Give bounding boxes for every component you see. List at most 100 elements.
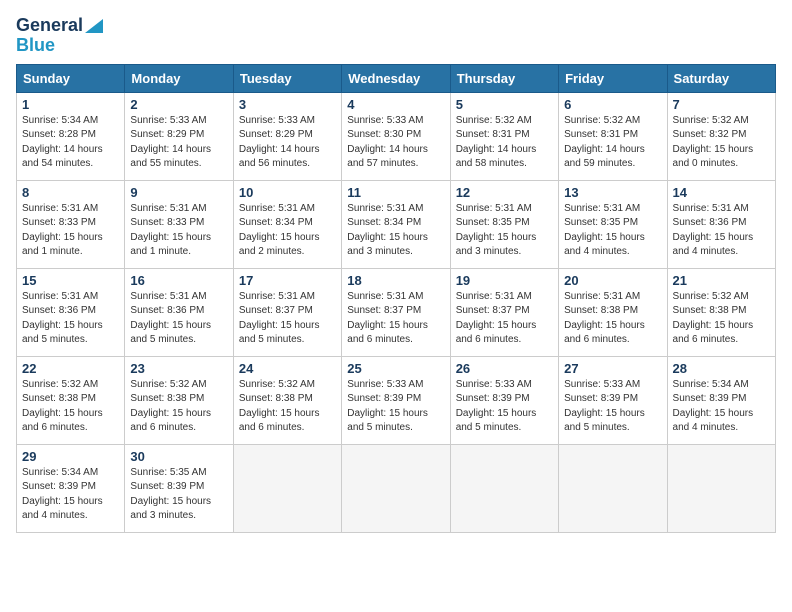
- day-info: Sunrise: 5:33 AM Sunset: 8:30 PM Dayligh…: [347, 114, 444, 172]
- day-number: 11: [347, 185, 444, 200]
- calendar-cell: [233, 444, 341, 532]
- day-info: Sunrise: 5:34 AM Sunset: 8:39 PM Dayligh…: [22, 466, 119, 524]
- calendar-cell: 27 Sunrise: 5:33 AM Sunset: 8:39 PM Dayli…: [559, 356, 667, 444]
- calendar-cell: 22Sunrise: 5:32 AM Sunset: 8:38 PM Dayli…: [17, 356, 125, 444]
- weekday-header-monday: Monday: [125, 64, 233, 92]
- calendar-cell: 8 Sunrise: 5:31 AM Sunset: 8:33 PM Daylig…: [17, 180, 125, 268]
- day-info: Sunrise: 5:31 AM Sunset: 8:35 PM Dayligh…: [564, 202, 661, 260]
- calendar-week-4: 22Sunrise: 5:32 AM Sunset: 8:38 PM Dayli…: [17, 356, 776, 444]
- calendar-cell: 25 Sunrise: 5:33 AM Sunset: 8:39 PM Dayli…: [342, 356, 450, 444]
- weekday-header-sunday: Sunday: [17, 64, 125, 92]
- day-info: Sunrise: 5:31 AM Sunset: 8:34 PM Dayligh…: [347, 202, 444, 260]
- weekday-header-wednesday: Wednesday: [342, 64, 450, 92]
- day-number: 5: [456, 97, 553, 112]
- calendar-cell: 14 Sunrise: 5:31 AM Sunset: 8:36 PM Dayli…: [667, 180, 775, 268]
- calendar-table: SundayMondayTuesdayWednesdayThursdayFrid…: [16, 64, 776, 533]
- calendar-cell: 28Sunrise: 5:34 AM Sunset: 8:39 PM Dayli…: [667, 356, 775, 444]
- calendar-cell: 10Sunrise: 5:31 AM Sunset: 8:34 PM Dayli…: [233, 180, 341, 268]
- day-info: Sunrise: 5:32 AM Sunset: 8:31 PM Dayligh…: [564, 114, 661, 172]
- calendar-cell: 20 Sunrise: 5:31 AM Sunset: 8:38 PM Dayli…: [559, 268, 667, 356]
- calendar-cell: [450, 444, 558, 532]
- day-number: 18: [347, 273, 444, 288]
- day-info: Sunrise: 5:31 AM Sunset: 8:38 PM Dayligh…: [564, 290, 661, 348]
- day-info: Sunrise: 5:32 AM Sunset: 8:32 PM Dayligh…: [673, 114, 770, 172]
- day-number: 12: [456, 185, 553, 200]
- calendar-cell: 19 Sunrise: 5:31 AM Sunset: 8:37 PM Dayli…: [450, 268, 558, 356]
- calendar-cell: 7 Sunrise: 5:32 AM Sunset: 8:32 PM Daylig…: [667, 92, 775, 180]
- weekday-header-tuesday: Tuesday: [233, 64, 341, 92]
- calendar-cell: 26 Sunrise: 5:33 AM Sunset: 8:39 PM Dayli…: [450, 356, 558, 444]
- calendar-cell: 17 Sunrise: 5:31 AM Sunset: 8:37 PM Dayli…: [233, 268, 341, 356]
- day-number: 8: [22, 185, 119, 200]
- day-info: Sunrise: 5:31 AM Sunset: 8:37 PM Dayligh…: [456, 290, 553, 348]
- day-number: 17: [239, 273, 336, 288]
- calendar-cell: 29 Sunrise: 5:34 AM Sunset: 8:39 PM Dayli…: [17, 444, 125, 532]
- day-number: 6: [564, 97, 661, 112]
- day-number: 24: [239, 361, 336, 376]
- weekday-header-thursday: Thursday: [450, 64, 558, 92]
- day-number: 10: [239, 185, 336, 200]
- day-info: Sunrise: 5:33 AM Sunset: 8:29 PM Dayligh…: [239, 114, 336, 172]
- day-info: Sunrise: 5:31 AM Sunset: 8:35 PM Dayligh…: [456, 202, 553, 260]
- calendar-cell: 30 Sunrise: 5:35 AM Sunset: 8:39 PM Dayli…: [125, 444, 233, 532]
- logo-blue: Blue: [16, 36, 55, 56]
- calendar-cell: 24 Sunrise: 5:32 AM Sunset: 8:38 PM Dayli…: [233, 356, 341, 444]
- day-number: 30: [130, 449, 227, 464]
- calendar-cell: 3Sunrise: 5:33 AM Sunset: 8:29 PM Daylig…: [233, 92, 341, 180]
- weekday-header-friday: Friday: [559, 64, 667, 92]
- calendar-cell: 11 Sunrise: 5:31 AM Sunset: 8:34 PM Dayli…: [342, 180, 450, 268]
- day-info: Sunrise: 5:35 AM Sunset: 8:39 PM Dayligh…: [130, 466, 227, 524]
- calendar-cell: 21 Sunrise: 5:32 AM Sunset: 8:38 PM Dayli…: [667, 268, 775, 356]
- day-info: Sunrise: 5:32 AM Sunset: 8:38 PM Dayligh…: [239, 378, 336, 436]
- day-number: 7: [673, 97, 770, 112]
- day-number: 28: [673, 361, 770, 376]
- day-number: 29: [22, 449, 119, 464]
- calendar-cell: [559, 444, 667, 532]
- calendar-header-row: SundayMondayTuesdayWednesdayThursdayFrid…: [17, 64, 776, 92]
- calendar-cell: 23Sunrise: 5:32 AM Sunset: 8:38 PM Dayli…: [125, 356, 233, 444]
- day-info: Sunrise: 5:31 AM Sunset: 8:37 PM Dayligh…: [239, 290, 336, 348]
- day-info: Sunrise: 5:33 AM Sunset: 8:39 PM Dayligh…: [564, 378, 661, 436]
- day-number: 19: [456, 273, 553, 288]
- logo: General Blue: [16, 16, 103, 56]
- page-header: General Blue: [16, 16, 776, 56]
- day-info: Sunrise: 5:33 AM Sunset: 8:39 PM Dayligh…: [347, 378, 444, 436]
- logo-icon: [85, 19, 103, 33]
- weekday-header-saturday: Saturday: [667, 64, 775, 92]
- calendar-cell: 18Sunrise: 5:31 AM Sunset: 8:37 PM Dayli…: [342, 268, 450, 356]
- day-number: 20: [564, 273, 661, 288]
- calendar-cell: [667, 444, 775, 532]
- calendar-body: 1 Sunrise: 5:34 AM Sunset: 8:28 PM Daylig…: [17, 92, 776, 532]
- day-info: Sunrise: 5:31 AM Sunset: 8:36 PM Dayligh…: [22, 290, 119, 348]
- calendar-cell: 6 Sunrise: 5:32 AM Sunset: 8:31 PM Daylig…: [559, 92, 667, 180]
- calendar-week-1: 1 Sunrise: 5:34 AM Sunset: 8:28 PM Daylig…: [17, 92, 776, 180]
- day-info: Sunrise: 5:33 AM Sunset: 8:39 PM Dayligh…: [456, 378, 553, 436]
- day-number: 4: [347, 97, 444, 112]
- calendar-cell: 13 Sunrise: 5:31 AM Sunset: 8:35 PM Dayli…: [559, 180, 667, 268]
- day-number: 26: [456, 361, 553, 376]
- day-info: Sunrise: 5:33 AM Sunset: 8:29 PM Dayligh…: [130, 114, 227, 172]
- day-info: Sunrise: 5:32 AM Sunset: 8:38 PM Dayligh…: [22, 378, 119, 436]
- day-number: 14: [673, 185, 770, 200]
- day-info: Sunrise: 5:34 AM Sunset: 8:28 PM Dayligh…: [22, 114, 119, 172]
- calendar-cell: 15Sunrise: 5:31 AM Sunset: 8:36 PM Dayli…: [17, 268, 125, 356]
- calendar-cell: 4 Sunrise: 5:33 AM Sunset: 8:30 PM Daylig…: [342, 92, 450, 180]
- day-info: Sunrise: 5:31 AM Sunset: 8:33 PM Dayligh…: [22, 202, 119, 260]
- calendar-cell: 9Sunrise: 5:31 AM Sunset: 8:33 PM Daylig…: [125, 180, 233, 268]
- day-number: 23: [130, 361, 227, 376]
- day-number: 9: [130, 185, 227, 200]
- day-number: 27: [564, 361, 661, 376]
- calendar-week-2: 8 Sunrise: 5:31 AM Sunset: 8:33 PM Daylig…: [17, 180, 776, 268]
- calendar-cell: 12 Sunrise: 5:31 AM Sunset: 8:35 PM Dayli…: [450, 180, 558, 268]
- day-info: Sunrise: 5:32 AM Sunset: 8:31 PM Dayligh…: [456, 114, 553, 172]
- day-info: Sunrise: 5:31 AM Sunset: 8:36 PM Dayligh…: [673, 202, 770, 260]
- day-info: Sunrise: 5:32 AM Sunset: 8:38 PM Dayligh…: [673, 290, 770, 348]
- calendar-cell: 16Sunrise: 5:31 AM Sunset: 8:36 PM Dayli…: [125, 268, 233, 356]
- calendar-cell: [342, 444, 450, 532]
- day-number: 13: [564, 185, 661, 200]
- calendar-cell: 1 Sunrise: 5:34 AM Sunset: 8:28 PM Daylig…: [17, 92, 125, 180]
- day-number: 25: [347, 361, 444, 376]
- day-number: 21: [673, 273, 770, 288]
- day-number: 1: [22, 97, 119, 112]
- day-number: 2: [130, 97, 227, 112]
